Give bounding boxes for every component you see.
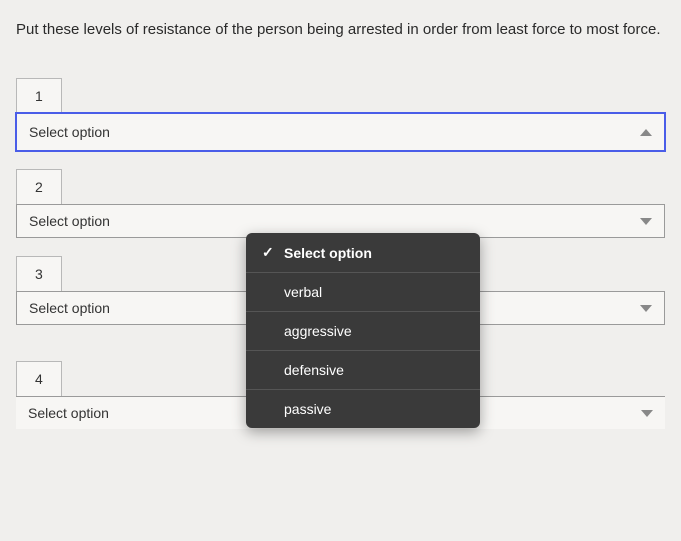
item-number-2: 2	[16, 169, 62, 204]
question-text: Put these levels of resistance of the pe…	[16, 18, 665, 42]
item-group-2: 2 Select option	[16, 169, 665, 238]
check-icon: ✓	[262, 244, 276, 261]
item-number-4: 4	[16, 361, 62, 396]
chevron-down-icon	[640, 218, 652, 225]
chevron-down-icon	[641, 410, 653, 417]
item-number-1: 1	[16, 78, 62, 113]
dropdown-menu: ✓ Select option verbal aggressive defens…	[246, 233, 480, 428]
chevron-down-icon	[640, 305, 652, 312]
select-placeholder: Select option	[29, 213, 110, 229]
select-placeholder: Select option	[29, 300, 110, 316]
dropdown-option-aggressive[interactable]: aggressive	[246, 312, 480, 351]
dropdown-option-defensive[interactable]: defensive	[246, 351, 480, 390]
dropdown-option-label: aggressive	[284, 323, 464, 339]
item-number-3: 3	[16, 256, 62, 291]
dropdown-option-label: Select option	[284, 245, 464, 261]
chevron-up-icon	[640, 129, 652, 136]
dropdown-option-label: defensive	[284, 362, 464, 378]
dropdown-selected-option[interactable]: ✓ Select option	[246, 233, 480, 273]
dropdown-option-label: verbal	[284, 284, 464, 300]
item-group-1: 1 Select option	[16, 78, 665, 151]
select-placeholder: Select option	[28, 405, 109, 421]
dropdown-option-passive[interactable]: passive	[246, 390, 480, 428]
select-placeholder: Select option	[29, 124, 110, 140]
dropdown-option-label: passive	[284, 401, 464, 417]
select-dropdown-1[interactable]: Select option	[16, 113, 665, 151]
dropdown-option-verbal[interactable]: verbal	[246, 273, 480, 312]
